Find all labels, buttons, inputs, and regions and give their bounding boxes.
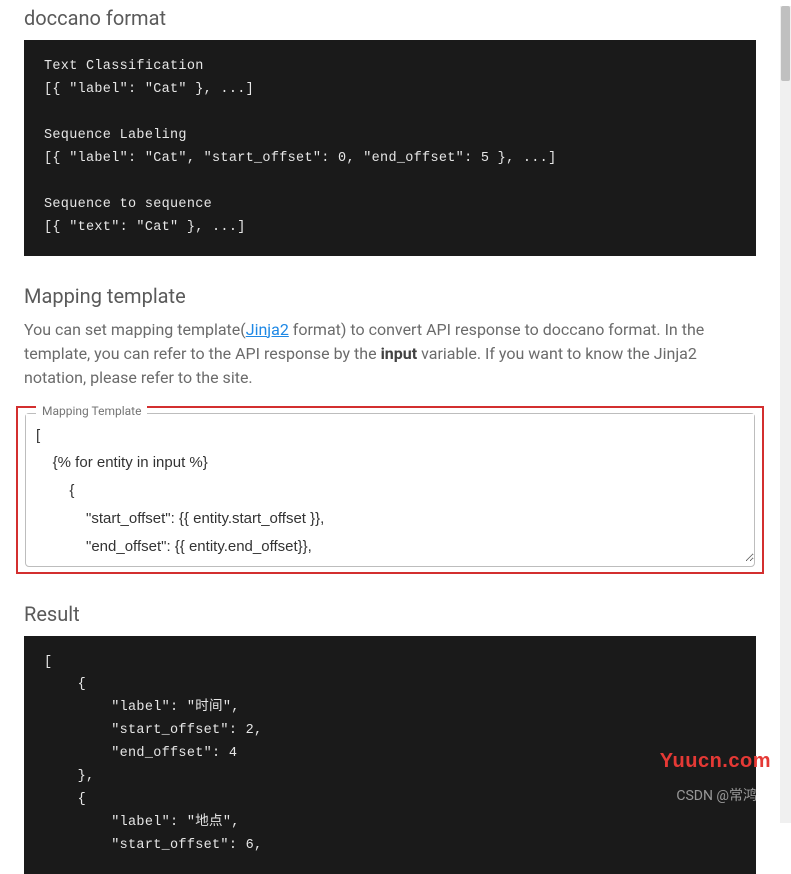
mapping-template-heading: Mapping template bbox=[24, 284, 756, 308]
result-heading: Result bbox=[24, 602, 756, 626]
input-bold: input bbox=[381, 344, 418, 363]
mapping-template-legend: Mapping Template bbox=[36, 404, 147, 418]
desc-text-pre: You can set mapping template( bbox=[24, 320, 246, 339]
result-code-block: [ { "label": "时间", "start_offset": 2, "e… bbox=[24, 636, 756, 874]
csdn-watermark: CSDN @常鸿宇 bbox=[676, 785, 771, 805]
mapping-description: You can set mapping template(Jinja2 form… bbox=[24, 318, 756, 390]
page-scrollbar-thumb[interactable] bbox=[781, 6, 790, 81]
mapping-template-textarea[interactable] bbox=[26, 414, 754, 562]
doccano-format-heading: doccano format bbox=[24, 6, 756, 30]
doccano-code-block: Text Classification [{ "label": "Cat" },… bbox=[24, 40, 756, 256]
jinja2-link[interactable]: Jinja2 bbox=[246, 320, 289, 339]
yuucn-watermark: Yuucn.com bbox=[660, 750, 771, 773]
page-scrollbar-track[interactable] bbox=[780, 6, 791, 823]
mapping-template-fieldset: Mapping Template bbox=[25, 413, 755, 567]
mapping-template-highlight-box: Mapping Template bbox=[16, 406, 764, 574]
